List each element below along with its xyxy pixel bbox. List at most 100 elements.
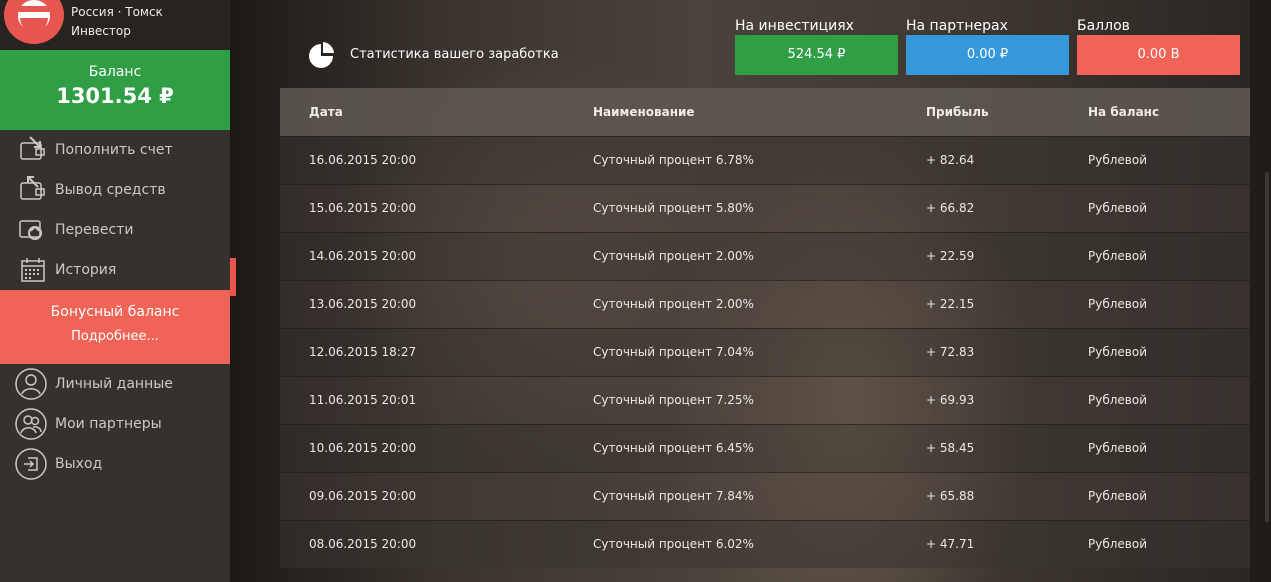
cell-balance: Рублевой [1059,519,1250,568]
table-row: 13.06.2015 20:00 Суточный процент 2.00% … [280,279,1250,328]
stat-value: 0.00 ₽ [906,35,1069,75]
cell-balance: Рублевой [1059,375,1250,424]
table-row: 15.06.2015 20:00 Суточный процент 5.80% … [280,183,1250,232]
balance-label: Баланс [88,64,142,80]
cell-name: Суточный процент 5.80% [564,183,897,232]
cell-name: Суточный процент 7.04% [564,327,897,376]
table-header-row: Дата Наименование Прибыль На баланс [280,88,1250,136]
cell-balance: Рублевой [1059,327,1250,376]
cell-profit: + 69.93 [897,375,1059,424]
cell-date: 14.06.2015 20:00 [280,231,564,280]
column-header-date[interactable]: Дата [280,88,564,136]
cell-profit: + 66.82 [897,183,1059,232]
stat-points: Баллов 0.00 B [1077,18,1240,75]
cell-profit: + 65.88 [897,471,1059,520]
cell-date: 12.06.2015 18:27 [280,327,564,376]
table-row: 08.06.2015 20:00 Суточный процент 6.02% … [280,519,1250,568]
balance-amount: 1301.54 ₽ [56,84,174,108]
scrollbar[interactable] [1250,0,1271,582]
stat-caption: Баллов [1077,18,1130,34]
table-row: 11.06.2015 20:01 Суточный процент 7.25% … [280,375,1250,424]
sidebar-item-transfer[interactable]: Перевести [0,210,230,250]
cell-name: Суточный процент 2.00% [564,231,897,280]
balance-panel: Баланс 1301.54 ₽ [0,50,230,130]
cell-date: 13.06.2015 20:00 [280,279,564,328]
stat-partners: На партнерах 0.00 ₽ [906,18,1069,75]
cell-name: Суточный процент 2.00% [564,279,897,328]
cell-profit: + 82.64 [897,135,1059,184]
pie-chart-icon [307,40,335,74]
logout-icon [14,447,48,481]
sidebar-item-deposit[interactable]: Пополнить счет [0,130,230,170]
stat-value: 524.54 ₽ [735,35,898,75]
profile-role: Инвестор [71,24,131,38]
table-row: 16.06.2015 20:00 Суточный процент 6.78% … [280,135,1250,184]
wallet-out-icon [18,175,48,205]
cell-balance: Рублевой [1059,279,1250,328]
cell-name: Суточный процент 6.45% [564,423,897,472]
table-row: 14.06.2015 20:00 Суточный процент 2.00% … [280,231,1250,280]
stat-caption: На партнерах [906,18,1008,34]
bonus-balance-title: Бонусный баланс [50,304,180,320]
wallet-in-icon [18,135,48,165]
table-row: 09.06.2015 20:00 Суточный процент 7.84% … [280,471,1250,520]
sidebar-item-label: История [55,262,117,278]
sidebar-item-logout[interactable]: Выход [0,444,230,484]
cell-date: 16.06.2015 20:00 [280,135,564,184]
cell-date: 15.06.2015 20:00 [280,183,564,232]
cell-balance: Рублевой [1059,135,1250,184]
sidebar-menu-account: Личный данные Мои партнеры Выход [0,364,230,484]
table-row: 10.06.2015 20:00 Суточный процент 6.45% … [280,423,1250,472]
cell-name: Суточный процент 6.02% [564,519,897,568]
sidebar-item-label: Выход [55,456,103,472]
stats-header: Статистика вашего заработка На инвестици… [280,0,1250,88]
sidebar-item-label: Пополнить счет [55,142,173,158]
sidebar-item-history[interactable]: История [0,250,236,296]
sidebar-menu: Пополнить счет Вывод средств Перевести И… [0,130,236,296]
table-row: 12.06.2015 18:27 Суточный процент 7.04% … [280,327,1250,376]
calendar-icon [18,255,48,285]
cell-profit: + 22.59 [897,231,1059,280]
cell-balance: Рублевой [1059,423,1250,472]
scrollbar-thumb[interactable] [1265,172,1269,522]
cell-name: Суточный процент 6.78% [564,135,897,184]
cell-date: 08.06.2015 20:00 [280,519,564,568]
partners-icon [14,407,48,441]
sidebar-item-withdraw[interactable]: Вывод средств [0,170,230,210]
cell-balance: Рублевой [1059,231,1250,280]
sidebar: Россия · Томск Инвестор Баланс 1301.54 ₽… [0,0,236,582]
cell-balance: Рублевой [1059,471,1250,520]
stat-value: 0.00 B [1077,35,1240,75]
profile-location: Россия · Томск [71,5,163,19]
avatar[interactable] [4,0,64,44]
column-header-profit[interactable]: Прибыль [897,88,1059,136]
cell-date: 09.06.2015 20:00 [280,471,564,520]
sidebar-item-label: Вывод средств [55,182,166,198]
cell-name: Суточный процент 7.25% [564,375,897,424]
avatar-glasses-icon [16,6,52,12]
sidebar-item-label: Личный данные [55,376,173,392]
cell-name: Суточный процент 7.84% [564,471,897,520]
transfer-icon [18,215,48,245]
bonus-details-link[interactable]: Подробнее... [0,329,230,344]
profile-header: Россия · Томск Инвестор [0,0,230,50]
sidebar-item-label: Перевести [55,222,134,238]
cell-date: 11.06.2015 20:01 [280,375,564,424]
cell-date: 10.06.2015 20:00 [280,423,564,472]
column-header-name[interactable]: Наименование [564,88,897,136]
column-header-to-balance[interactable]: На баланс [1059,88,1250,136]
cell-profit: + 47.71 [897,519,1059,568]
earnings-table: Дата Наименование Прибыль На баланс 16.0… [280,88,1250,568]
stat-investments: На инвестициях 524.54 ₽ [735,18,898,75]
sidebar-item-partners[interactable]: Мои партнеры [0,404,230,444]
stat-caption: На инвестициях [735,18,854,34]
cell-profit: + 22.15 [897,279,1059,328]
cell-balance: Рублевой [1059,183,1250,232]
cell-profit: + 72.83 [897,327,1059,376]
user-icon [14,367,48,401]
cell-profit: + 58.45 [897,423,1059,472]
bonus-balance-panel: Бонусный баланс Подробнее... [0,290,230,364]
sidebar-item-personal-data[interactable]: Личный данные [0,364,230,404]
sidebar-item-label: Мои партнеры [55,416,162,432]
stats-title: Статистика вашего заработка [350,47,559,62]
